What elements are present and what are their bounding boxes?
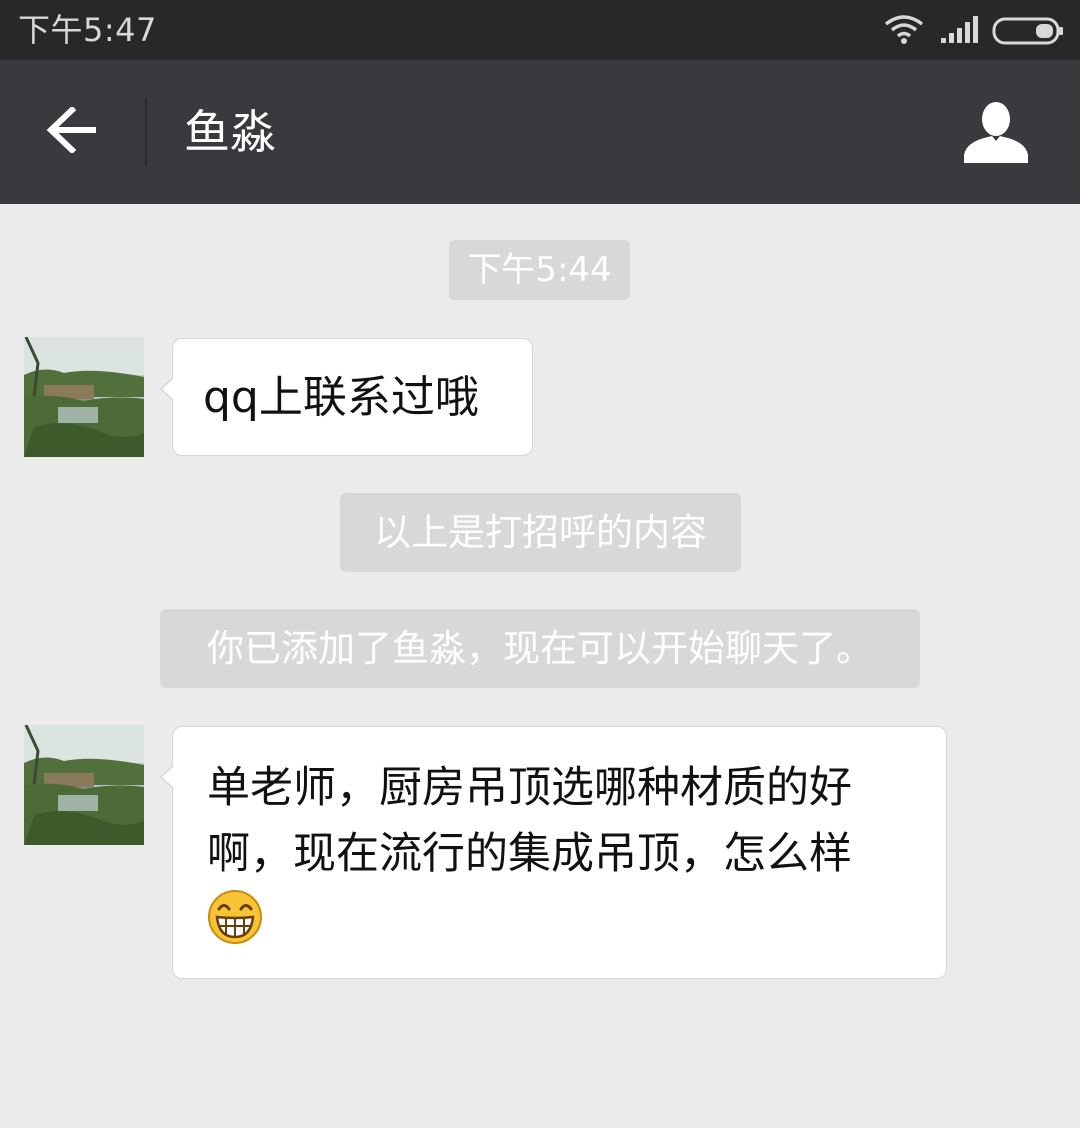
message-timestamp: 下午5:44 [449, 240, 630, 300]
system-notice-friend-added: 你已添加了鱼淼，现在可以开始聊天了。 [160, 609, 920, 688]
title-divider [145, 98, 147, 166]
signal-icon [940, 14, 980, 48]
wifi-icon [884, 14, 924, 48]
message-text: qq上联系过哦 [203, 372, 479, 423]
arrow-left-icon [46, 105, 98, 157]
profile-button[interactable] [960, 98, 1032, 170]
person-icon [964, 101, 1028, 167]
status-bar: 下午5:47 [0, 0, 1080, 60]
title-bar: 鱼淼 [0, 60, 1080, 204]
avatar[interactable] [24, 725, 144, 845]
message-bubble[interactable]: qq上联系过哦 [160, 338, 533, 456]
system-notice-greeting: 以上是打招呼的内容 [340, 493, 741, 572]
back-button[interactable] [40, 100, 104, 164]
battery-icon [992, 16, 1066, 50]
message-bubble[interactable]: 单老师，厨房吊顶选哪种材质的好啊，现在流行的集成吊顶，怎么样 [160, 726, 947, 979]
avatar[interactable] [24, 337, 144, 457]
grinning-face-icon [207, 889, 916, 964]
chat-title: 鱼淼 [184, 105, 276, 159]
message-text: 单老师，厨房吊顶选哪种材质的好啊，现在流行的集成吊顶，怎么样 [207, 763, 852, 879]
status-time: 下午5:47 [18, 11, 157, 49]
